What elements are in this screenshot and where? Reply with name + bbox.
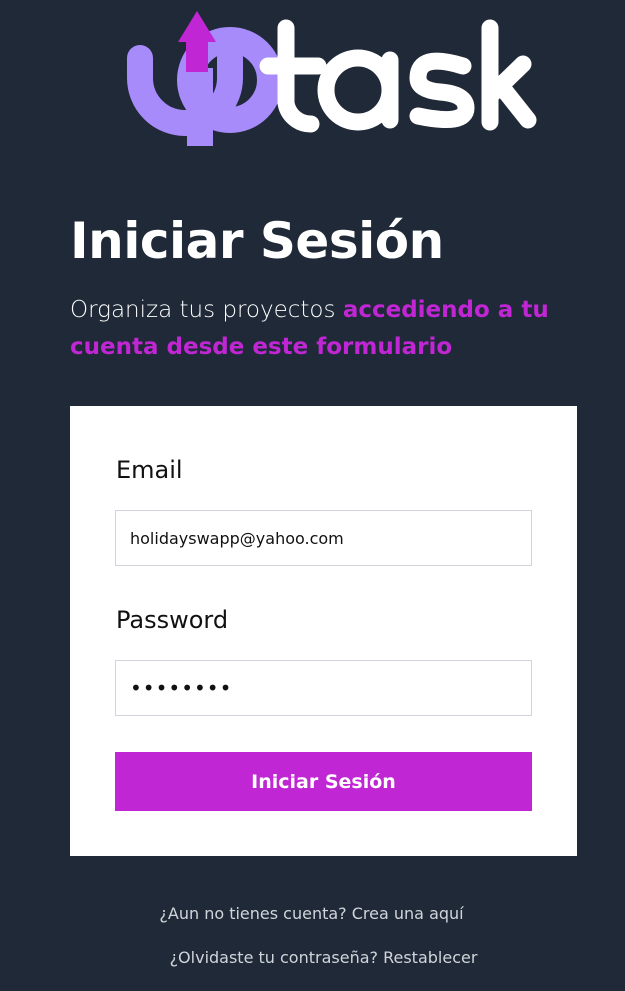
page-title: Iniciar Sesión: [70, 212, 444, 270]
email-label: Email: [116, 456, 183, 484]
subtitle-plain: Organiza tus proyectos: [70, 297, 343, 323]
password-label: Password: [116, 606, 229, 634]
login-page: Iniciar Sesión Organiza tus proyectos ac…: [0, 0, 625, 991]
login-form: Email Password Iniciar Sesión: [70, 406, 577, 856]
page-subtitle: Organiza tus proyectos accediendo a tu c…: [70, 292, 570, 366]
email-field[interactable]: [115, 510, 532, 566]
forgot-password-link[interactable]: ¿Olvidaste tu contraseña? Restablecer: [11, 948, 625, 967]
login-button[interactable]: Iniciar Sesión: [115, 752, 532, 811]
register-link[interactable]: ¿Aun no tienes cuenta? Crea una aquí: [0, 904, 624, 923]
uptask-logo: [127, 11, 537, 146]
password-field[interactable]: [115, 660, 532, 716]
